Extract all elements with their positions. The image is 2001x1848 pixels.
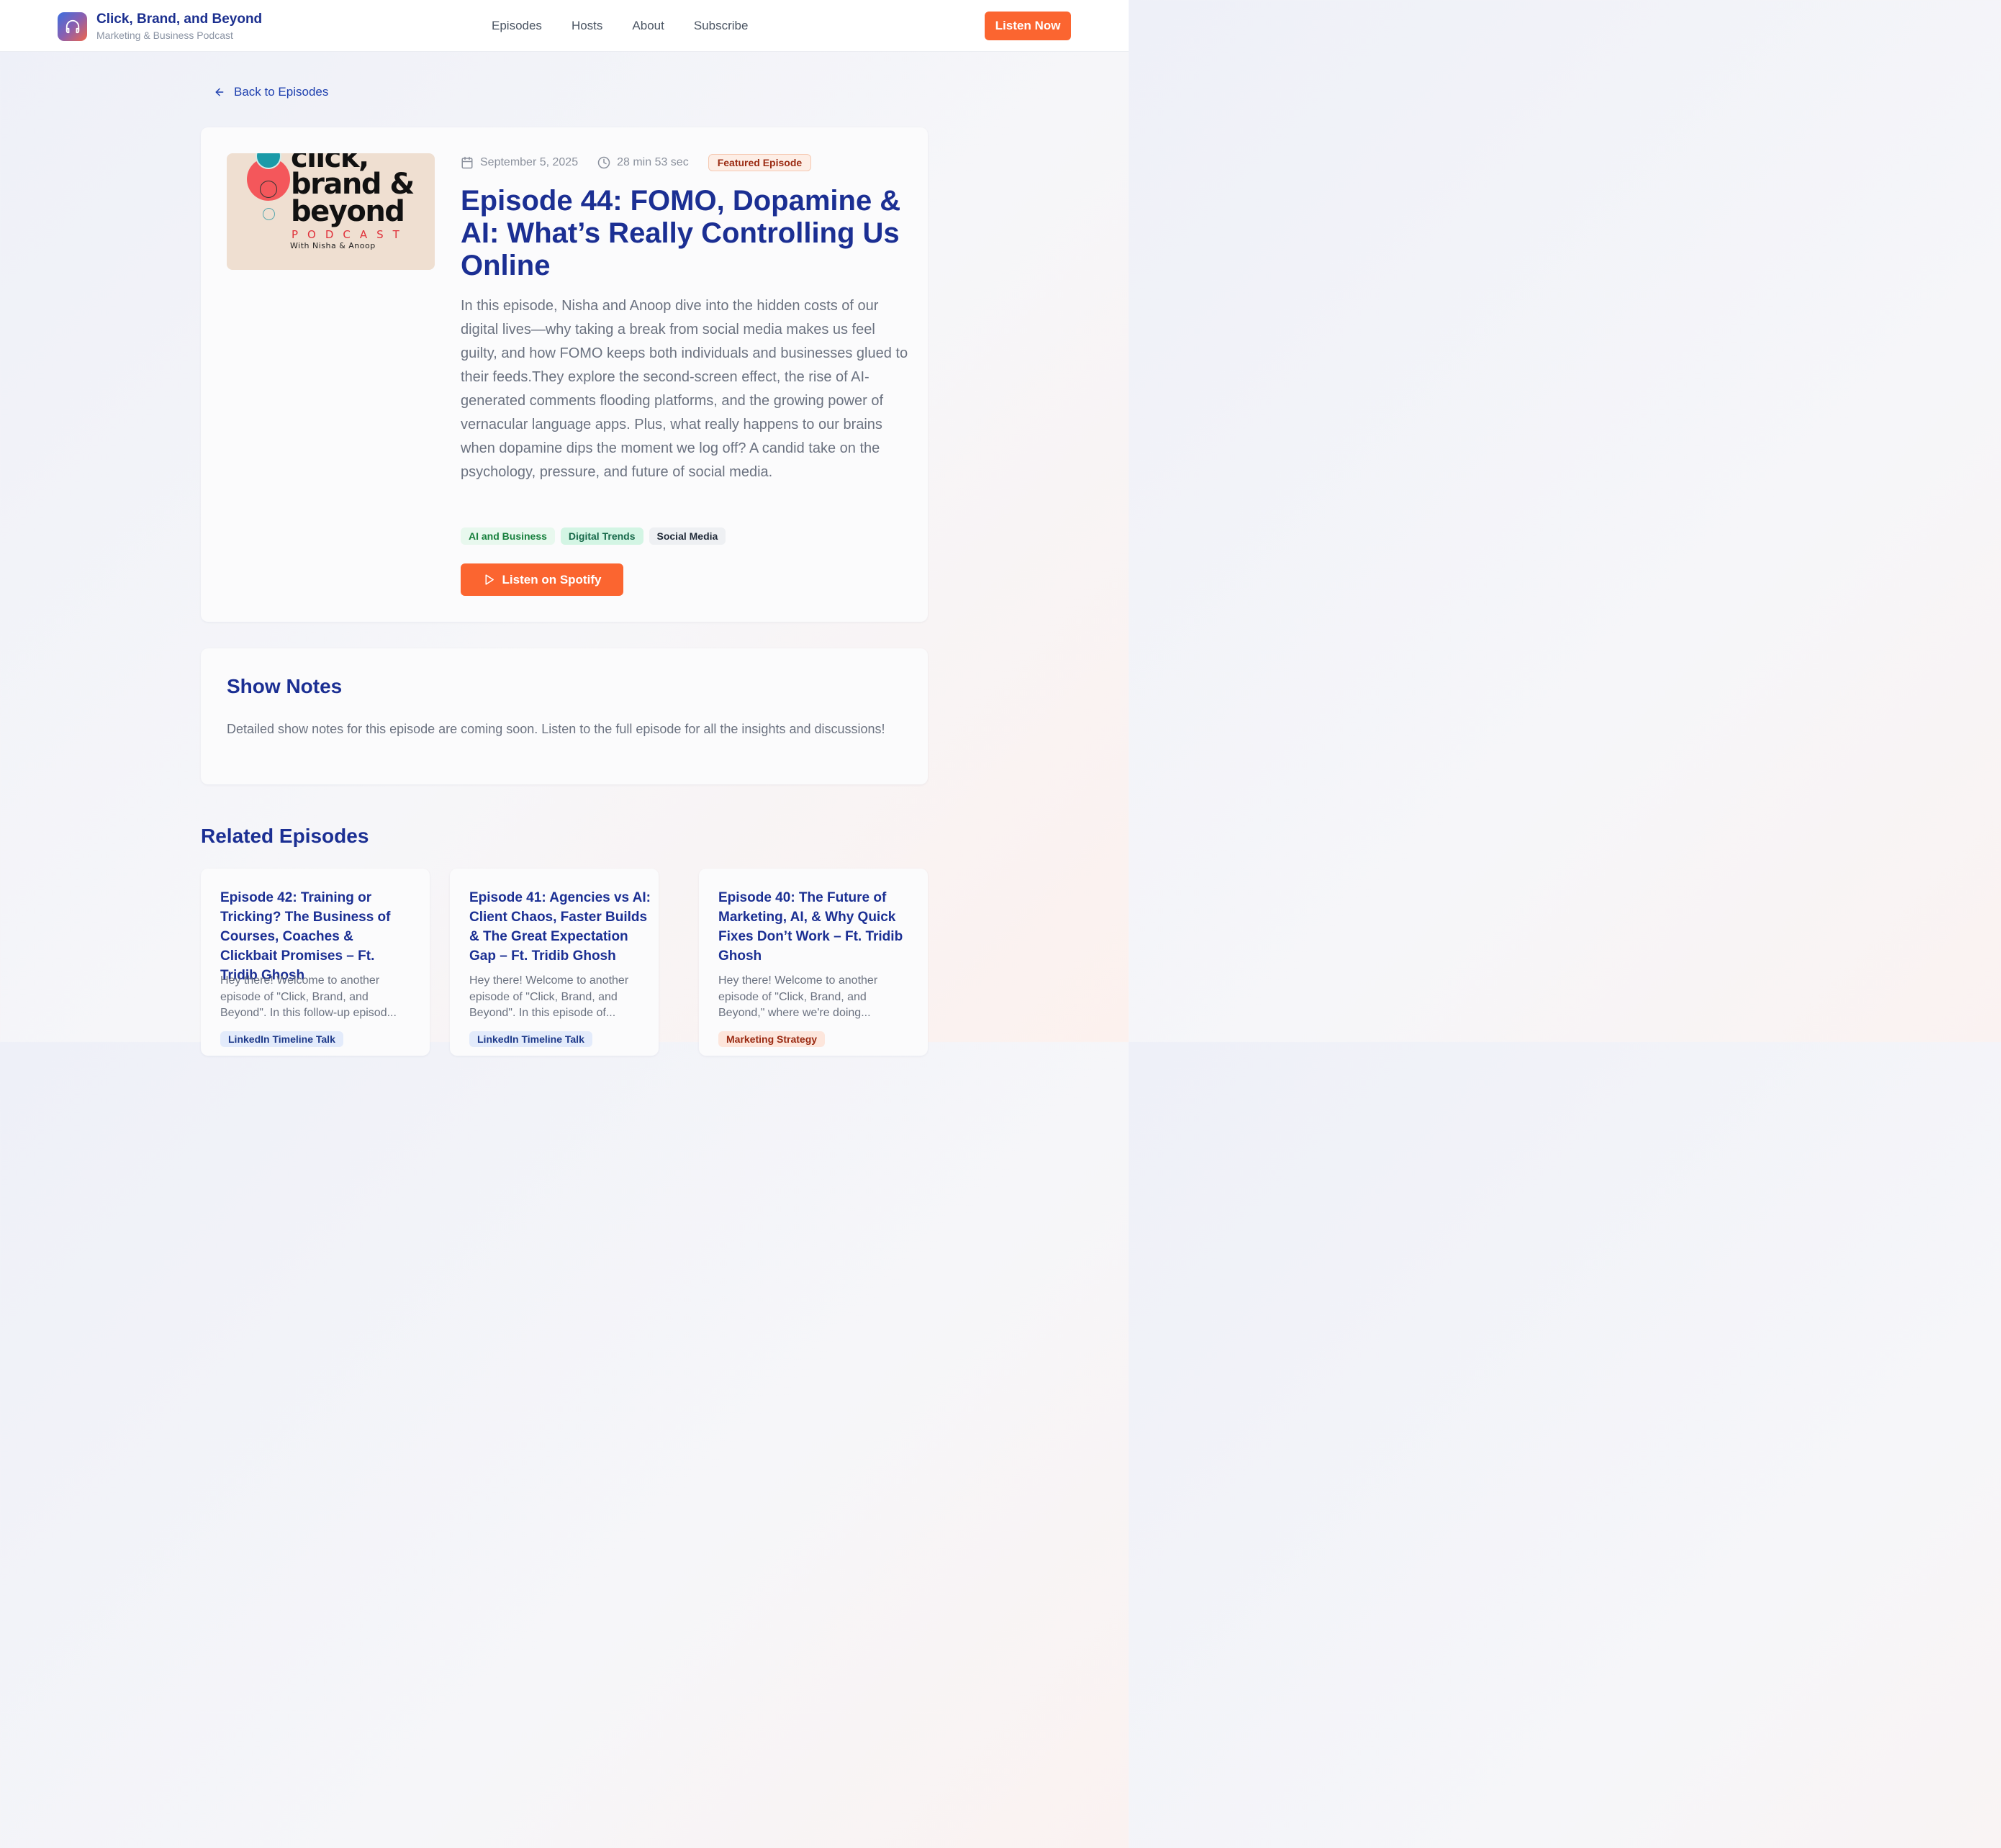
episode-date: September 5, 2025: [461, 156, 578, 169]
related-episode-card[interactable]: Episode 41: Agencies vs AI: Client Chaos…: [450, 869, 659, 1056]
episode-tags: AI and Business Digital Trends Social Me…: [461, 527, 731, 545]
tag-digital-trends[interactable]: Digital Trends: [560, 527, 643, 545]
episode-description: In this episode, Nisha and Anoop dive in…: [461, 298, 908, 480]
show-notes-text: Detailed show notes for this episode are…: [227, 722, 885, 736]
nav-link-about[interactable]: About: [632, 17, 664, 35]
nav-link-episodes[interactable]: Episodes: [492, 17, 542, 35]
clock-icon: [597, 156, 610, 168]
cover-ring: [260, 181, 277, 198]
headphones-icon: [58, 12, 87, 41]
related-episode-tag[interactable]: LinkedIn Timeline Talk: [220, 1031, 343, 1047]
show-notes-card: Show Notes Detailed show notes for this …: [201, 648, 928, 784]
top-navbar: Click, Brand, and Beyond Marketing & Bus…: [0, 0, 1129, 52]
nav-link-hosts[interactable]: Hosts: [572, 17, 602, 35]
related-episode-excerpt: Hey there! Welcome to another episode of…: [220, 974, 397, 1019]
arrow-left-icon: [215, 88, 224, 96]
nav-link-subscribe[interactable]: Subscribe: [694, 17, 749, 35]
show-notes-title: Show Notes: [227, 675, 343, 697]
related-episode-card[interactable]: Episode 40: The Future of Marketing, AI,…: [699, 869, 928, 1056]
cover-podcast-label: PODCAST: [292, 228, 409, 241]
episode-duration: 28 min 53 sec: [597, 156, 689, 169]
back-to-episodes-link[interactable]: Back to Episodes: [214, 85, 328, 99]
episode-date-text: September 5, 2025: [480, 155, 579, 168]
related-episode-title[interactable]: Episode 40: The Future of Marketing, AI,…: [718, 888, 909, 966]
related-episode-card[interactable]: Episode 42: Training or Tricking? The Bu…: [201, 869, 430, 1056]
episode-title: Episode 44: FOMO, Dopamine & AI: What’s …: [461, 185, 901, 281]
back-link-label: Back to Episodes: [234, 85, 329, 99]
related-episode-tag[interactable]: Marketing Strategy: [718, 1031, 826, 1047]
cover-hosts-label: With Nisha & Anoop: [290, 241, 376, 250]
main-nav: Episodes Hosts About Subscribe: [492, 17, 748, 35]
brand-subtitle: Marketing & Business Podcast: [96, 30, 233, 41]
listen-now-button[interactable]: Listen Now: [985, 12, 1071, 40]
episode-meta: September 5, 2025 28 min 53 sec Featured…: [461, 153, 812, 171]
related-episode-excerpt: Hey there! Welcome to another episode of…: [718, 974, 878, 1019]
tag-ai-and-business[interactable]: AI and Business: [461, 527, 555, 545]
related-episodes-title: Related Episodes: [201, 825, 369, 847]
listen-on-spotify-button[interactable]: Listen on Spotify: [461, 563, 623, 596]
listen-on-spotify-label: Listen on Spotify: [502, 572, 602, 586]
calendar-icon: [461, 156, 473, 168]
cover-small-ring: [263, 208, 275, 220]
tag-social-media[interactable]: Social Media: [649, 527, 726, 545]
episode-duration-text: 28 min 53 sec: [617, 155, 689, 168]
play-icon: [485, 574, 494, 585]
related-episode-excerpt: Hey there! Welcome to another episode of…: [469, 974, 629, 1019]
related-episode-title[interactable]: Episode 42: Training or Tricking? The Bu…: [220, 888, 411, 985]
episode-cover-image: click, brand & beyond PODCAST With Nisha…: [227, 153, 435, 270]
related-episode-tag[interactable]: LinkedIn Timeline Talk: [469, 1031, 592, 1047]
episode-card: click, brand & beyond PODCAST With Nisha…: [201, 127, 928, 622]
brand-home-link[interactable]: Click, Brand, and Beyond Marketing & Bus…: [58, 12, 262, 42]
cover-word-beyond: beyond: [291, 195, 405, 228]
featured-badge: Featured Episode: [708, 153, 812, 171]
brand-title: Click, Brand, and Beyond: [96, 12, 263, 27]
related-episode-title[interactable]: Episode 41: Agencies vs AI: Client Chaos…: [469, 888, 656, 966]
cover-word-brand: brand &: [291, 168, 415, 201]
